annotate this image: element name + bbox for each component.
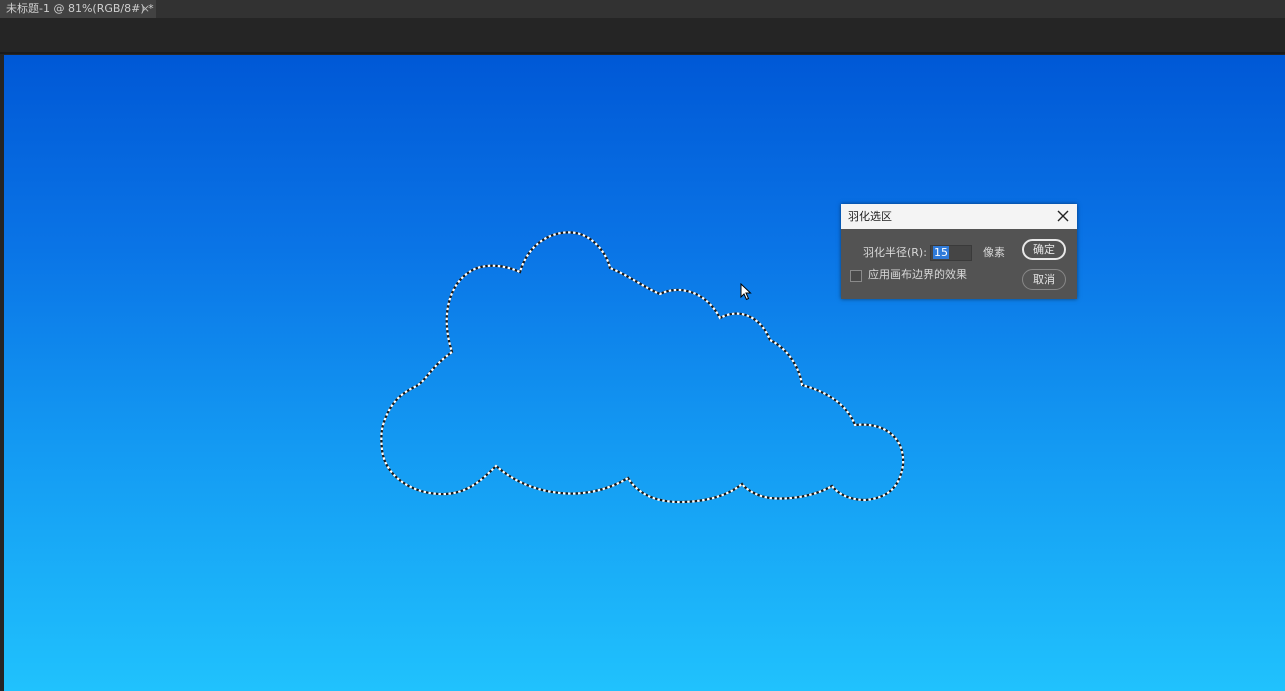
ok-button[interactable]: 确定 [1022,239,1066,260]
photoshop-window: 未标题-1 @ 81%(RGB/8#) * × 羽化选区 羽化半径(R): 15… [0,0,1285,691]
cloud-selection-marquee [380,231,905,504]
apply-canvas-bounds-checkbox[interactable] [850,270,862,282]
dialog-titlebar[interactable]: 羽化选区 [841,204,1077,229]
feather-selection-dialog: 羽化选区 羽化半径(R): 15 像素 应用画布边界的效果 确定 取消 [841,204,1077,299]
unit-label: 像素 [983,246,1005,259]
document-tab[interactable]: 未标题-1 @ 81%(RGB/8#) * × [0,0,156,18]
feather-radius-input[interactable]: 15 [930,245,972,261]
document-tab-title: 未标题-1 @ 81%(RGB/8#) * [6,2,154,15]
tab-close-icon[interactable]: × [141,0,150,18]
document-tab-bar: 未标题-1 @ 81%(RGB/8#) * × [0,0,1285,18]
close-icon[interactable] [1055,208,1071,224]
mouse-pointer-icon [740,283,752,301]
cancel-button[interactable]: 取消 [1022,269,1066,290]
apply-canvas-bounds-label[interactable]: 应用画布边界的效果 [868,268,967,282]
dialog-title: 羽化选区 [848,210,892,223]
document-canvas[interactable] [4,55,1285,691]
feather-radius-value: 15 [933,246,949,259]
canvas-divider [0,52,1285,54]
feather-radius-label: 羽化半径(R): [863,246,927,259]
